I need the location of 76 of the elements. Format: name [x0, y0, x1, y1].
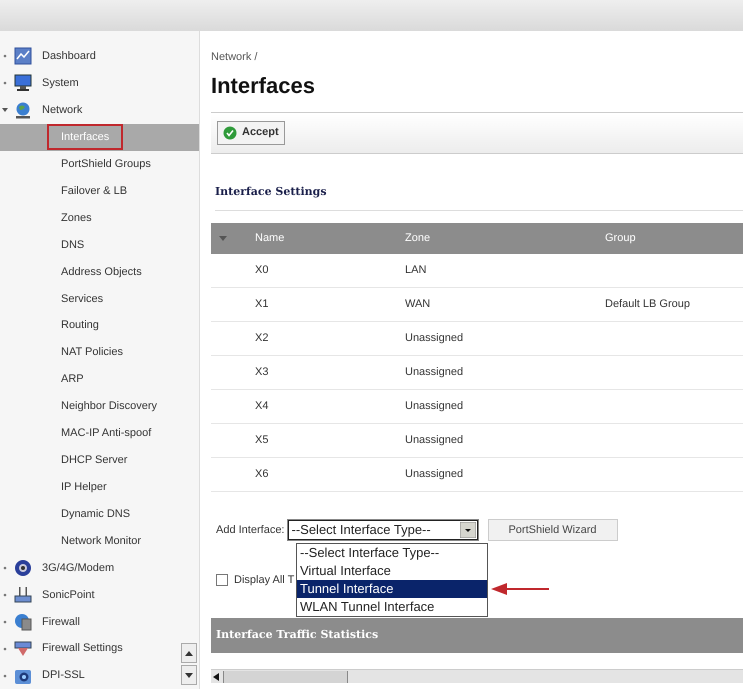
table-cell: Unassigned — [405, 434, 464, 446]
table-cell: X6 — [255, 468, 268, 480]
sidebar-subitem[interactable]: Network Monitor — [47, 528, 156, 554]
checkbox-label: Display All T — [234, 572, 294, 588]
sidebar-item[interactable]: 3G/4G/Modem — [42, 560, 114, 576]
sidebar-subitem[interactable]: Zones — [47, 204, 106, 232]
collapsed-bullet-icon[interactable] — [2, 592, 8, 598]
table-cell: X4 — [255, 400, 268, 412]
sidebar-subitem[interactable]: Neighbor Discovery — [47, 393, 171, 420]
table-cell: LAN — [405, 264, 426, 276]
scroll-up-icon[interactable] — [185, 650, 193, 656]
section-heading: Interface Traffic Statistics — [216, 627, 378, 644]
sidebar-subitem[interactable]: DNS — [47, 232, 98, 258]
sidebar-subitem[interactable]: NAT Policies — [47, 339, 137, 366]
accept-button[interactable]: Accept — [217, 120, 285, 144]
sidebar-subitem[interactable]: PortShield Groups — [47, 150, 165, 178]
section-heading: Interface Settings — [215, 184, 328, 200]
table-cell: Unassigned — [405, 468, 464, 480]
check-icon — [223, 126, 237, 140]
arrow-icon — [491, 582, 551, 596]
sidebar-subitem[interactable]: Dynamic DNS — [47, 500, 144, 528]
globe-icon — [14, 101, 32, 120]
scrollbar[interactable] — [181, 643, 197, 687]
dropdown-option[interactable]: Virtual Interface — [297, 562, 487, 580]
sidebar-item[interactable]: Firewall Settings — [42, 640, 123, 657]
sort-arrow-icon[interactable] — [219, 236, 227, 241]
table-cell: X0 — [255, 264, 268, 276]
collapsed-bullet-icon[interactable] — [2, 646, 8, 652]
sidebar-subitem[interactable]: ARP — [47, 366, 98, 393]
sidebar-subitem[interactable]: Failover & LB — [47, 178, 142, 204]
interface-type-select[interactable]: --Select Interface Type-- — [288, 520, 478, 540]
table-cell: Unassigned — [405, 332, 464, 344]
sidebar-subitem[interactable]: IP Helper — [47, 474, 121, 500]
breadcrumb[interactable]: Network / — [211, 49, 743, 66]
sidebar-item[interactable]: Network — [42, 102, 82, 119]
chart-icon — [14, 47, 32, 66]
table-cell: X2 — [255, 332, 268, 344]
monitor-icon — [14, 74, 32, 92]
collapsed-bullet-icon[interactable] — [2, 618, 8, 625]
sidebar-item[interactable]: Dashboard — [42, 48, 96, 65]
collapsed-bullet-icon[interactable] — [2, 80, 8, 86]
shield-globe-icon — [14, 612, 32, 631]
table-cell: Unassigned — [405, 400, 464, 412]
dropdown-option[interactable]: Tunnel Interface — [297, 580, 487, 598]
disc-icon — [14, 558, 32, 577]
sidebar-item[interactable]: Firewall — [42, 614, 80, 630]
sidebar-subitem[interactable]: MAC-IP Anti-spoof — [47, 420, 166, 447]
portshield-wizard-button[interactable]: PortShield Wizard — [488, 519, 618, 541]
sidebar-subitem[interactable]: Address Objects — [47, 258, 156, 286]
scroll-down-icon[interactable] — [185, 672, 193, 678]
sidebar-item[interactable]: DPI-SSL — [42, 667, 85, 684]
table-cell: X1 — [255, 298, 268, 310]
funnel-icon — [14, 640, 32, 658]
collapsed-bullet-icon[interactable] — [2, 672, 8, 679]
dropdown-arrow-icon[interactable] — [460, 522, 476, 538]
checkbox[interactable] — [216, 574, 228, 586]
horizontal-scrollbar[interactable] — [211, 669, 743, 683]
table-cell: Default LB Group — [605, 298, 690, 310]
expanded-arrow-icon[interactable] — [2, 107, 8, 114]
dropdown-option[interactable]: WLAN Tunnel Interface — [297, 598, 487, 616]
table-cell: WAN — [405, 298, 430, 310]
add-interface-label: Add Interface: — [216, 522, 284, 538]
sidebar-subitem[interactable]: Services — [47, 286, 118, 312]
page-title: Interfaces — [211, 72, 316, 100]
scroll-left-icon[interactable] — [213, 672, 219, 680]
router-icon — [14, 586, 32, 604]
table-cell: Unassigned — [405, 366, 464, 378]
sidebar-item[interactable]: System — [42, 75, 79, 92]
table-cell: X3 — [255, 366, 268, 378]
collapsed-bullet-icon[interactable] — [2, 564, 8, 571]
collapsed-bullet-icon[interactable] — [2, 53, 8, 60]
sidebar-subitem[interactable]: DHCP Server — [47, 447, 142, 474]
sidebar-item[interactable]: SonicPoint — [42, 586, 95, 604]
sidebar-subitem[interactable]: Routing — [47, 312, 113, 339]
dropdown-option[interactable]: --Select Interface Type-- — [297, 544, 487, 562]
table-cell: X5 — [255, 434, 268, 446]
